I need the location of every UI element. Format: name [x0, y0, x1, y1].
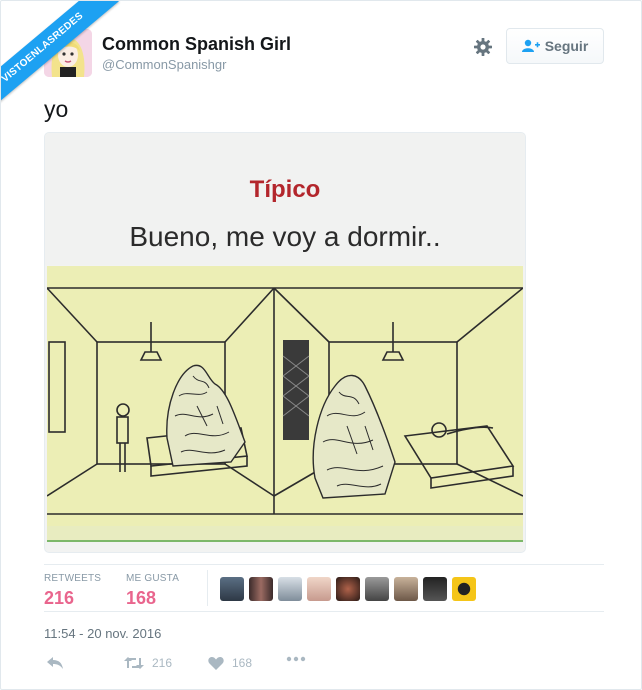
tweet-actions: 216 168: [44, 656, 344, 678]
meme-title: Típico: [249, 176, 321, 203]
heart-icon: [208, 656, 224, 670]
retweets-count: 216: [44, 588, 75, 608]
retweets-label: RETWEETS: [44, 573, 102, 584]
author-handle[interactable]: @CommonSpanishgr: [102, 57, 226, 72]
tweet-media[interactable]: Típico Bueno, me voy a dormir..: [44, 132, 526, 553]
follow-button[interactable]: Seguir: [506, 28, 604, 64]
likes-label: ME GUSTA: [126, 573, 180, 584]
retweet-count: 216: [152, 656, 173, 670]
more-button[interactable]: [286, 656, 306, 662]
meme-header: Típico Bueno, me voy a dormir..: [45, 133, 525, 265]
gear-icon[interactable]: [471, 35, 495, 59]
tweet-card: VISTOENLASREDES Common Spanish Girl @Com…: [0, 0, 642, 690]
liker-avatars: [220, 577, 476, 601]
liker-avatar[interactable]: [220, 577, 244, 601]
add-user-icon: [521, 39, 540, 52]
author-name[interactable]: Common Spanish Girl: [102, 34, 291, 55]
liker-avatar[interactable]: [452, 577, 476, 601]
reply-icon: [47, 657, 63, 669]
more-icon: [286, 656, 306, 662]
likes-count: 168: [126, 588, 157, 608]
tweet-stats: RETWEETS 216 ME GUSTA 168: [44, 564, 604, 612]
like-button[interactable]: 168: [208, 656, 252, 670]
retweet-icon: [124, 657, 144, 669]
liker-avatar[interactable]: [249, 577, 273, 601]
stats-divider: [207, 570, 208, 606]
retweets-stat[interactable]: RETWEETS 216: [44, 573, 101, 609]
liker-avatar[interactable]: [336, 577, 360, 601]
tweet-text: yo: [44, 96, 69, 122]
retweet-button[interactable]: 216: [124, 656, 172, 670]
reply-button[interactable]: [46, 656, 64, 670]
liker-avatar[interactable]: [423, 577, 447, 601]
liker-avatar[interactable]: [278, 577, 302, 601]
like-count: 168: [232, 656, 253, 670]
meme-drawing: [47, 266, 523, 542]
liker-avatar[interactable]: [394, 577, 418, 601]
liker-avatar[interactable]: [365, 577, 389, 601]
likes-stat[interactable]: ME GUSTA 168: [126, 573, 179, 609]
liker-avatar[interactable]: [307, 577, 331, 601]
follow-label: Seguir: [544, 38, 589, 54]
meme-subtitle: Bueno, me voy a dormir..: [129, 221, 441, 252]
tweet-timestamp[interactable]: 11:54 - 20 nov. 2016: [44, 626, 161, 641]
